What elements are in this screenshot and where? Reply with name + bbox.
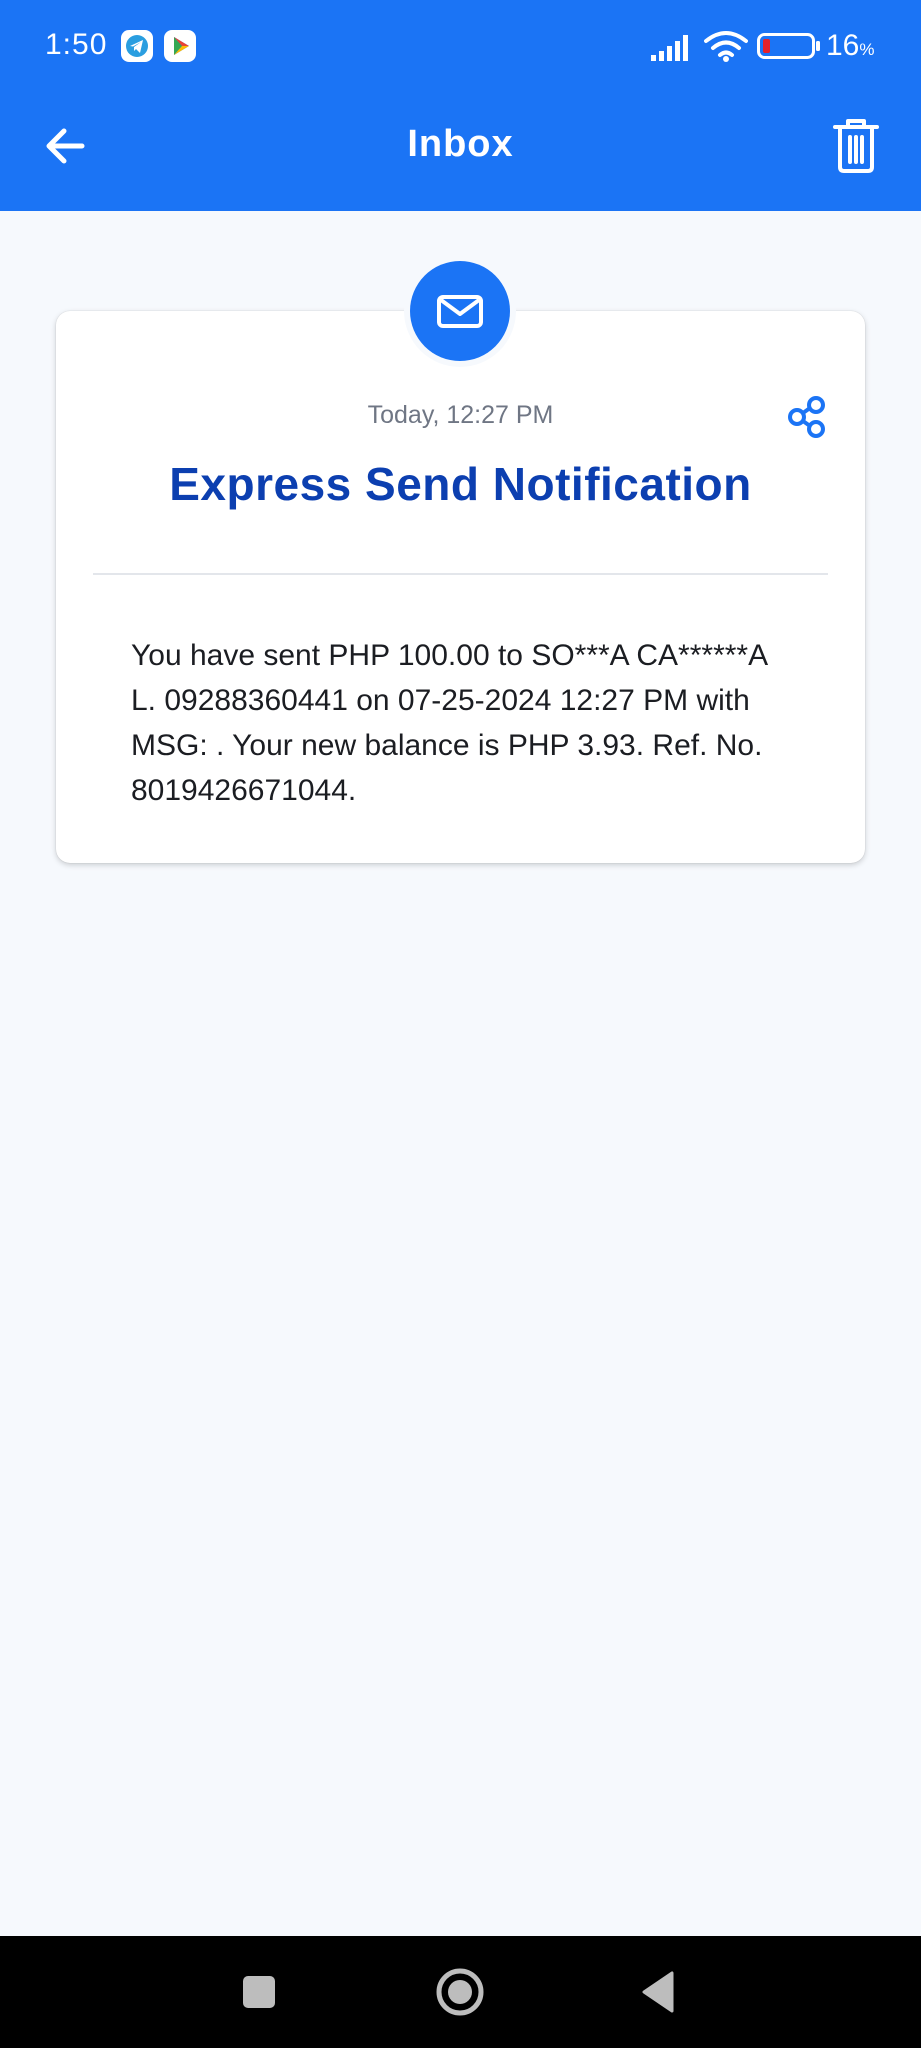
- envelope-icon: [437, 295, 483, 328]
- share-button[interactable]: [787, 395, 827, 439]
- home-circle-icon: [436, 1968, 484, 2016]
- recents-button[interactable]: [231, 1964, 287, 2020]
- message-timestamp: Today, 12:27 PM: [367, 401, 554, 429]
- status-bar: 1:50 16%: [0, 0, 921, 95]
- wifi-icon: [704, 30, 748, 62]
- message-detail: Today, 12:27 PM Express Send Notificatio…: [0, 211, 921, 1936]
- message-body: You have sent PHP 100.00 to SO***A CA***…: [131, 639, 767, 807]
- nav-back-button[interactable]: [631, 1964, 687, 2020]
- app-header: 1:50 16% Inbox: [0, 0, 921, 211]
- telegram-icon: [121, 30, 153, 62]
- divider: [93, 573, 828, 575]
- message-card: Today, 12:27 PM Express Send Notificatio…: [56, 311, 865, 863]
- signal-icon: [651, 33, 697, 61]
- message-title: Express Send Notification: [169, 458, 752, 510]
- mail-badge: [410, 261, 510, 361]
- recents-square-icon: [243, 1976, 275, 2008]
- home-button[interactable]: [432, 1964, 488, 2020]
- share-icon: [788, 396, 825, 438]
- page-title: Inbox: [407, 123, 514, 165]
- status-time: 1:50: [45, 28, 108, 61]
- battery-icon: [757, 32, 821, 60]
- play-store-icon: [164, 30, 196, 62]
- delete-button[interactable]: [832, 117, 880, 175]
- back-triangle-icon: [642, 1971, 674, 2013]
- trash-icon: [833, 119, 879, 173]
- system-nav-bar: [0, 1936, 921, 2048]
- battery-percent: 16%: [826, 29, 875, 62]
